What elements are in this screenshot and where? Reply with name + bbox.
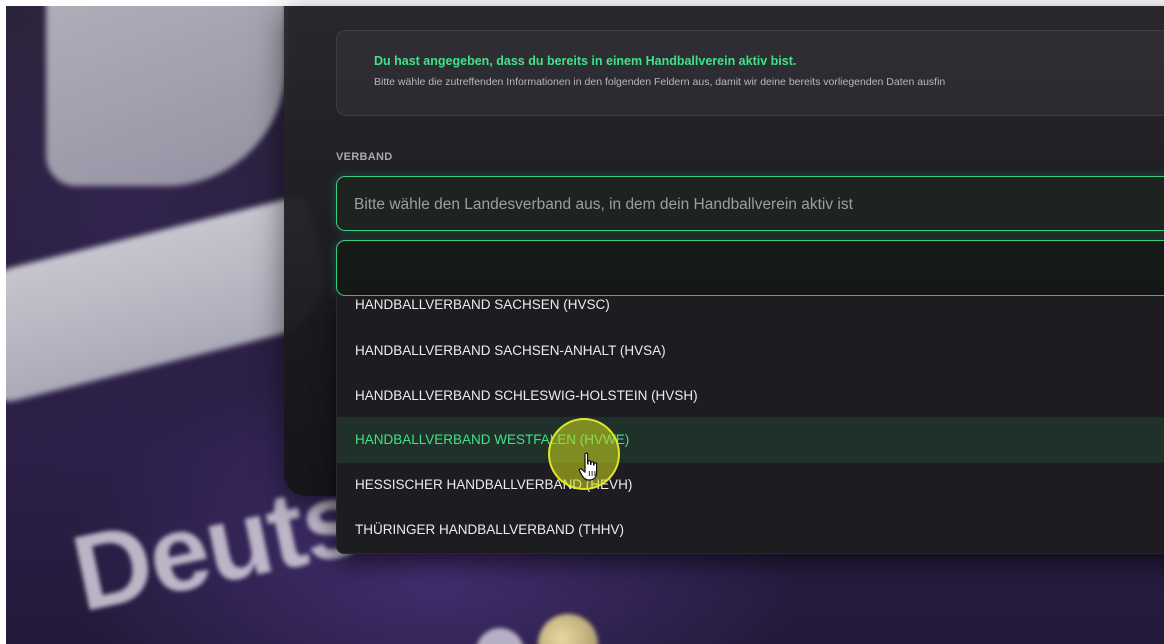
- dropdown-option-hvsh[interactable]: HANDBALLVERBAND SCHLESWIG-HOLSTEIN (HVSH…: [337, 373, 1164, 419]
- verband-select-placeholder: Bitte wähle den Landesverband aus, in de…: [354, 196, 853, 213]
- verband-label: VERBAND: [336, 151, 393, 163]
- info-notice-title: Du hast angegeben, dass du bereits in ei…: [374, 54, 797, 68]
- verband-search-input[interactable]: [336, 240, 1164, 296]
- background-ball: [476, 628, 524, 644]
- info-notice: Du hast angegeben, dass du bereits in ei…: [336, 30, 1164, 116]
- dropdown-option-hevh[interactable]: HESSISCHER HANDBALLVERBAND (HEVH): [337, 462, 1164, 508]
- screen: Deutscher Du hast angegeben, dass du ber…: [0, 0, 1164, 644]
- dropdown-option-hvwe[interactable]: HANDBALLVERBAND WESTFALEN (HVWE): [337, 417, 1164, 463]
- background-logo-shape: [46, 6, 286, 186]
- dropdown-option-hvsa[interactable]: HANDBALLVERBAND SACHSEN-ANHALT (HVSA): [337, 328, 1164, 374]
- info-notice-text: Bitte wähle die zutreffenden Information…: [374, 76, 946, 88]
- verband-select[interactable]: Bitte wähle den Landesverband aus, in de…: [336, 176, 1164, 231]
- background-ball: [538, 614, 598, 644]
- dropdown-option-hvsc[interactable]: HANDBALLVERBAND SACHSEN (HVSC): [337, 296, 1164, 328]
- verband-dropdown-list: HANDBALLVERBAND SACHSEN (HVSC) HANDBALLV…: [336, 296, 1164, 554]
- dropdown-option-thhv[interactable]: THÜRINGER HANDBALLVERBAND (THHV): [337, 507, 1164, 553]
